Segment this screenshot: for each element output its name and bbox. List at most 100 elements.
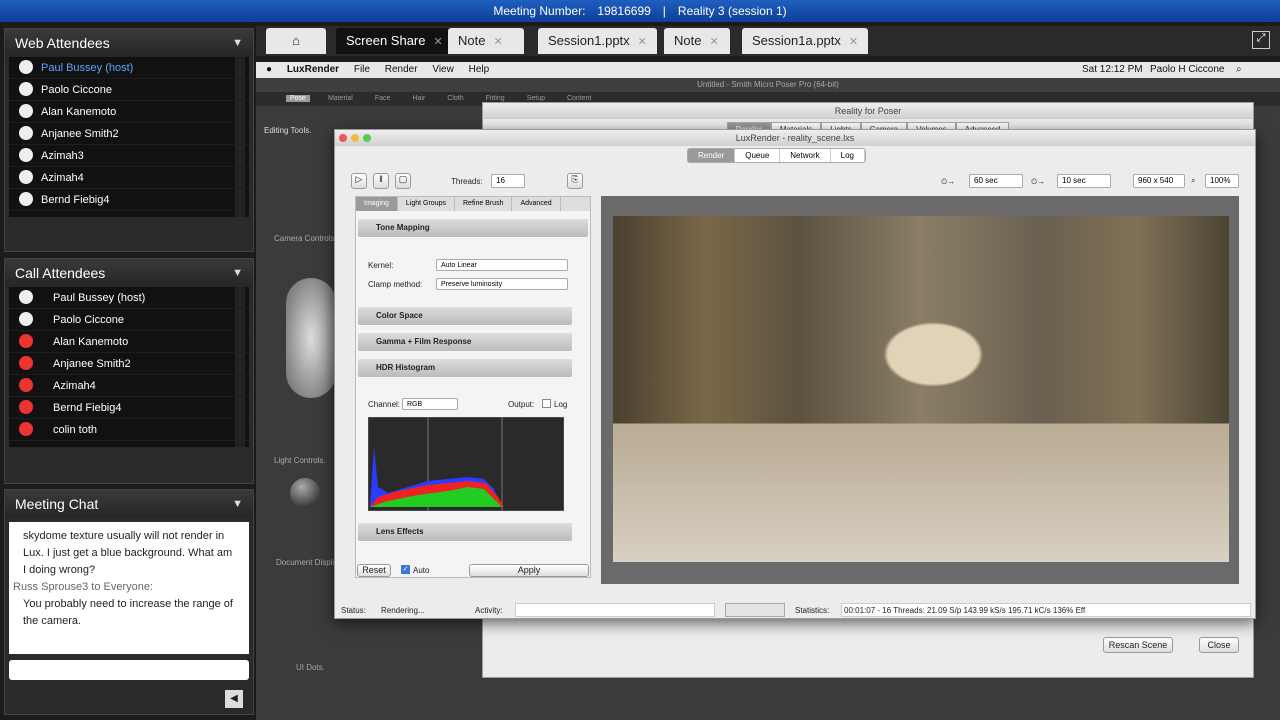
attendee-item[interactable]: Alan Kanemoto [9, 101, 249, 123]
call-attendees-header[interactable]: Call Attendees ▼ [5, 259, 253, 287]
attendee-item[interactable]: Anjanee Smith2 [9, 123, 249, 145]
attendee-item[interactable]: Azimah4 [9, 167, 249, 189]
apply-button[interactable]: Apply [469, 564, 589, 577]
attendee-item[interactable]: Paul Bussey (host) [9, 287, 249, 309]
chevron-down-icon[interactable]: ▼ [232, 490, 243, 518]
tab-imaging[interactable]: Imaging [356, 197, 398, 211]
home-icon[interactable]: ⌂ [266, 28, 326, 54]
stop-icon[interactable]: ▢ [395, 173, 411, 189]
menu-view[interactable]: View [432, 64, 454, 75]
close-icon[interactable]: ✕ [709, 36, 718, 48]
meeting-chat-header[interactable]: Meeting Chat ▼ [5, 490, 253, 518]
copy-icon[interactable]: ⎘ [567, 173, 583, 189]
tab-label: Note [458, 33, 486, 48]
zoom-icon[interactable]: ⌕ [1191, 176, 1195, 186]
close-icon[interactable]: ✕ [849, 36, 858, 48]
menu-file[interactable]: File [354, 64, 370, 75]
lens-effects-section[interactable]: Lens Effects [358, 523, 572, 541]
halt-time-field[interactable]: 60 sec [969, 174, 1023, 188]
tab-refine-brush[interactable]: Refine Brush [455, 197, 513, 211]
tab-hair[interactable]: Hair [408, 95, 429, 102]
lux-mode-tabs: Render Queue Network Log [687, 148, 866, 163]
send-icon[interactable]: ◀ [225, 690, 243, 708]
close-button[interactable]: Close [1199, 637, 1239, 653]
channel-select[interactable]: RGB [402, 398, 458, 410]
search-icon[interactable]: ⌕ [1236, 62, 1242, 78]
tab-face[interactable]: Face [371, 95, 395, 102]
reset-button[interactable]: Reset [357, 564, 391, 577]
threads-stepper[interactable]: 16 [491, 174, 525, 188]
close-window-icon[interactable] [339, 134, 347, 142]
clamp-select[interactable]: Preserve luminosity [436, 278, 568, 290]
close-icon[interactable]: ✕ [493, 36, 502, 48]
zoom-field[interactable]: 100% [1205, 174, 1239, 188]
phone-icon [19, 400, 33, 414]
menu-render[interactable]: Render [385, 64, 418, 75]
user-name[interactable]: Paolo H Ciccone [1150, 62, 1224, 78]
scrollbar[interactable] [235, 287, 245, 447]
attendee-item[interactable]: colin toth [9, 419, 249, 441]
refresh-interval-field[interactable]: 10 sec [1057, 174, 1111, 188]
close-icon[interactable]: ✕ [434, 36, 443, 48]
play-icon[interactable]: ▷ [351, 173, 367, 189]
log-checkbox[interactable] [542, 399, 551, 408]
app-menu[interactable]: LuxRender [287, 64, 339, 75]
attendee-name: Paul Bussey (host) [41, 62, 134, 74]
tab-cloth[interactable]: Cloth [443, 95, 467, 102]
attendee-item[interactable]: Azimah4 [9, 375, 249, 397]
tab-session1a[interactable]: Session1a.pptx ✕ [742, 28, 869, 54]
tab-screen-share[interactable]: Screen Share ✕ [336, 28, 453, 54]
chevron-down-icon[interactable]: ▼ [232, 29, 243, 57]
close-icon[interactable]: ✕ [638, 36, 647, 48]
tab-pose[interactable]: Pose [286, 95, 310, 102]
color-space-section[interactable]: Color Space [358, 307, 572, 325]
tone-mapping-section[interactable]: Tone Mapping [358, 219, 588, 237]
hdr-histogram-section[interactable]: HDR Histogram [358, 359, 572, 377]
panel-title: Web Attendees [15, 35, 110, 51]
chevron-down-icon[interactable]: ▼ [232, 259, 243, 287]
tab-render[interactable]: Render [688, 149, 736, 162]
web-attendees-panel: Web Attendees ▼ Paul Bussey (host) Paolo C… [4, 28, 254, 252]
tab-fitting[interactable]: Fitting [482, 95, 509, 102]
panel-title: Meeting Chat [15, 496, 99, 512]
tab-network[interactable]: Network [780, 149, 831, 162]
attendee-item[interactable]: Bernd Fiebig4 [9, 397, 249, 419]
render-viewport[interactable] [601, 196, 1239, 584]
tab-material[interactable]: Material [324, 95, 357, 102]
attendee-item[interactable]: Paolo Ciccone [9, 79, 249, 101]
light-sphere[interactable] [290, 478, 320, 508]
tab-setup[interactable]: Setup [523, 95, 549, 102]
tab-advanced[interactable]: Advanced [512, 197, 561, 211]
resolution-field[interactable]: 960 x 540 [1133, 174, 1185, 188]
tab-queue[interactable]: Queue [735, 149, 781, 162]
camera-control-widget[interactable] [286, 278, 336, 398]
attendee-item[interactable]: Paolo Ciccone [9, 309, 249, 331]
phone-icon [19, 290, 33, 304]
tab-note-2[interactable]: Note ✕ [664, 28, 730, 54]
minimize-icon[interactable] [351, 134, 359, 142]
zoom-window-icon[interactable] [363, 134, 371, 142]
pause-icon[interactable]: ǁ [373, 173, 389, 189]
auto-checkbox[interactable]: ✓ [401, 565, 410, 574]
menu-help[interactable]: Help [469, 64, 490, 75]
section-title: Color Space [376, 311, 423, 320]
attendee-item[interactable]: Paul Bussey (host) [9, 57, 249, 79]
scrollbar[interactable] [235, 57, 245, 217]
gamma-section[interactable]: Gamma + Film Response [358, 333, 572, 351]
fullscreen-icon[interactable]: ⤢ [1252, 31, 1270, 49]
apple-icon[interactable]: ● [266, 64, 272, 75]
tab-content[interactable]: Content [563, 95, 596, 102]
attendee-item[interactable]: Bernd Fiebig4 [9, 189, 249, 211]
attendee-item[interactable]: Anjanee Smith2 [9, 353, 249, 375]
statistics-label: Statistics: [795, 606, 830, 615]
attendee-item[interactable]: Azimah3 [9, 145, 249, 167]
chat-input[interactable] [9, 660, 249, 680]
tab-light-groups[interactable]: Light Groups [398, 197, 455, 211]
attendee-item[interactable]: Alan Kanemoto [9, 331, 249, 353]
rescan-scene-button[interactable]: Rescan Scene [1103, 637, 1173, 653]
tab-note[interactable]: Note ✕ [448, 28, 524, 54]
kernel-select[interactable]: Auto Linear [436, 259, 568, 271]
tab-session1[interactable]: Session1.pptx ✕ [538, 28, 657, 54]
web-attendees-header[interactable]: Web Attendees ▼ [5, 29, 253, 57]
tab-log[interactable]: Log [831, 149, 865, 162]
